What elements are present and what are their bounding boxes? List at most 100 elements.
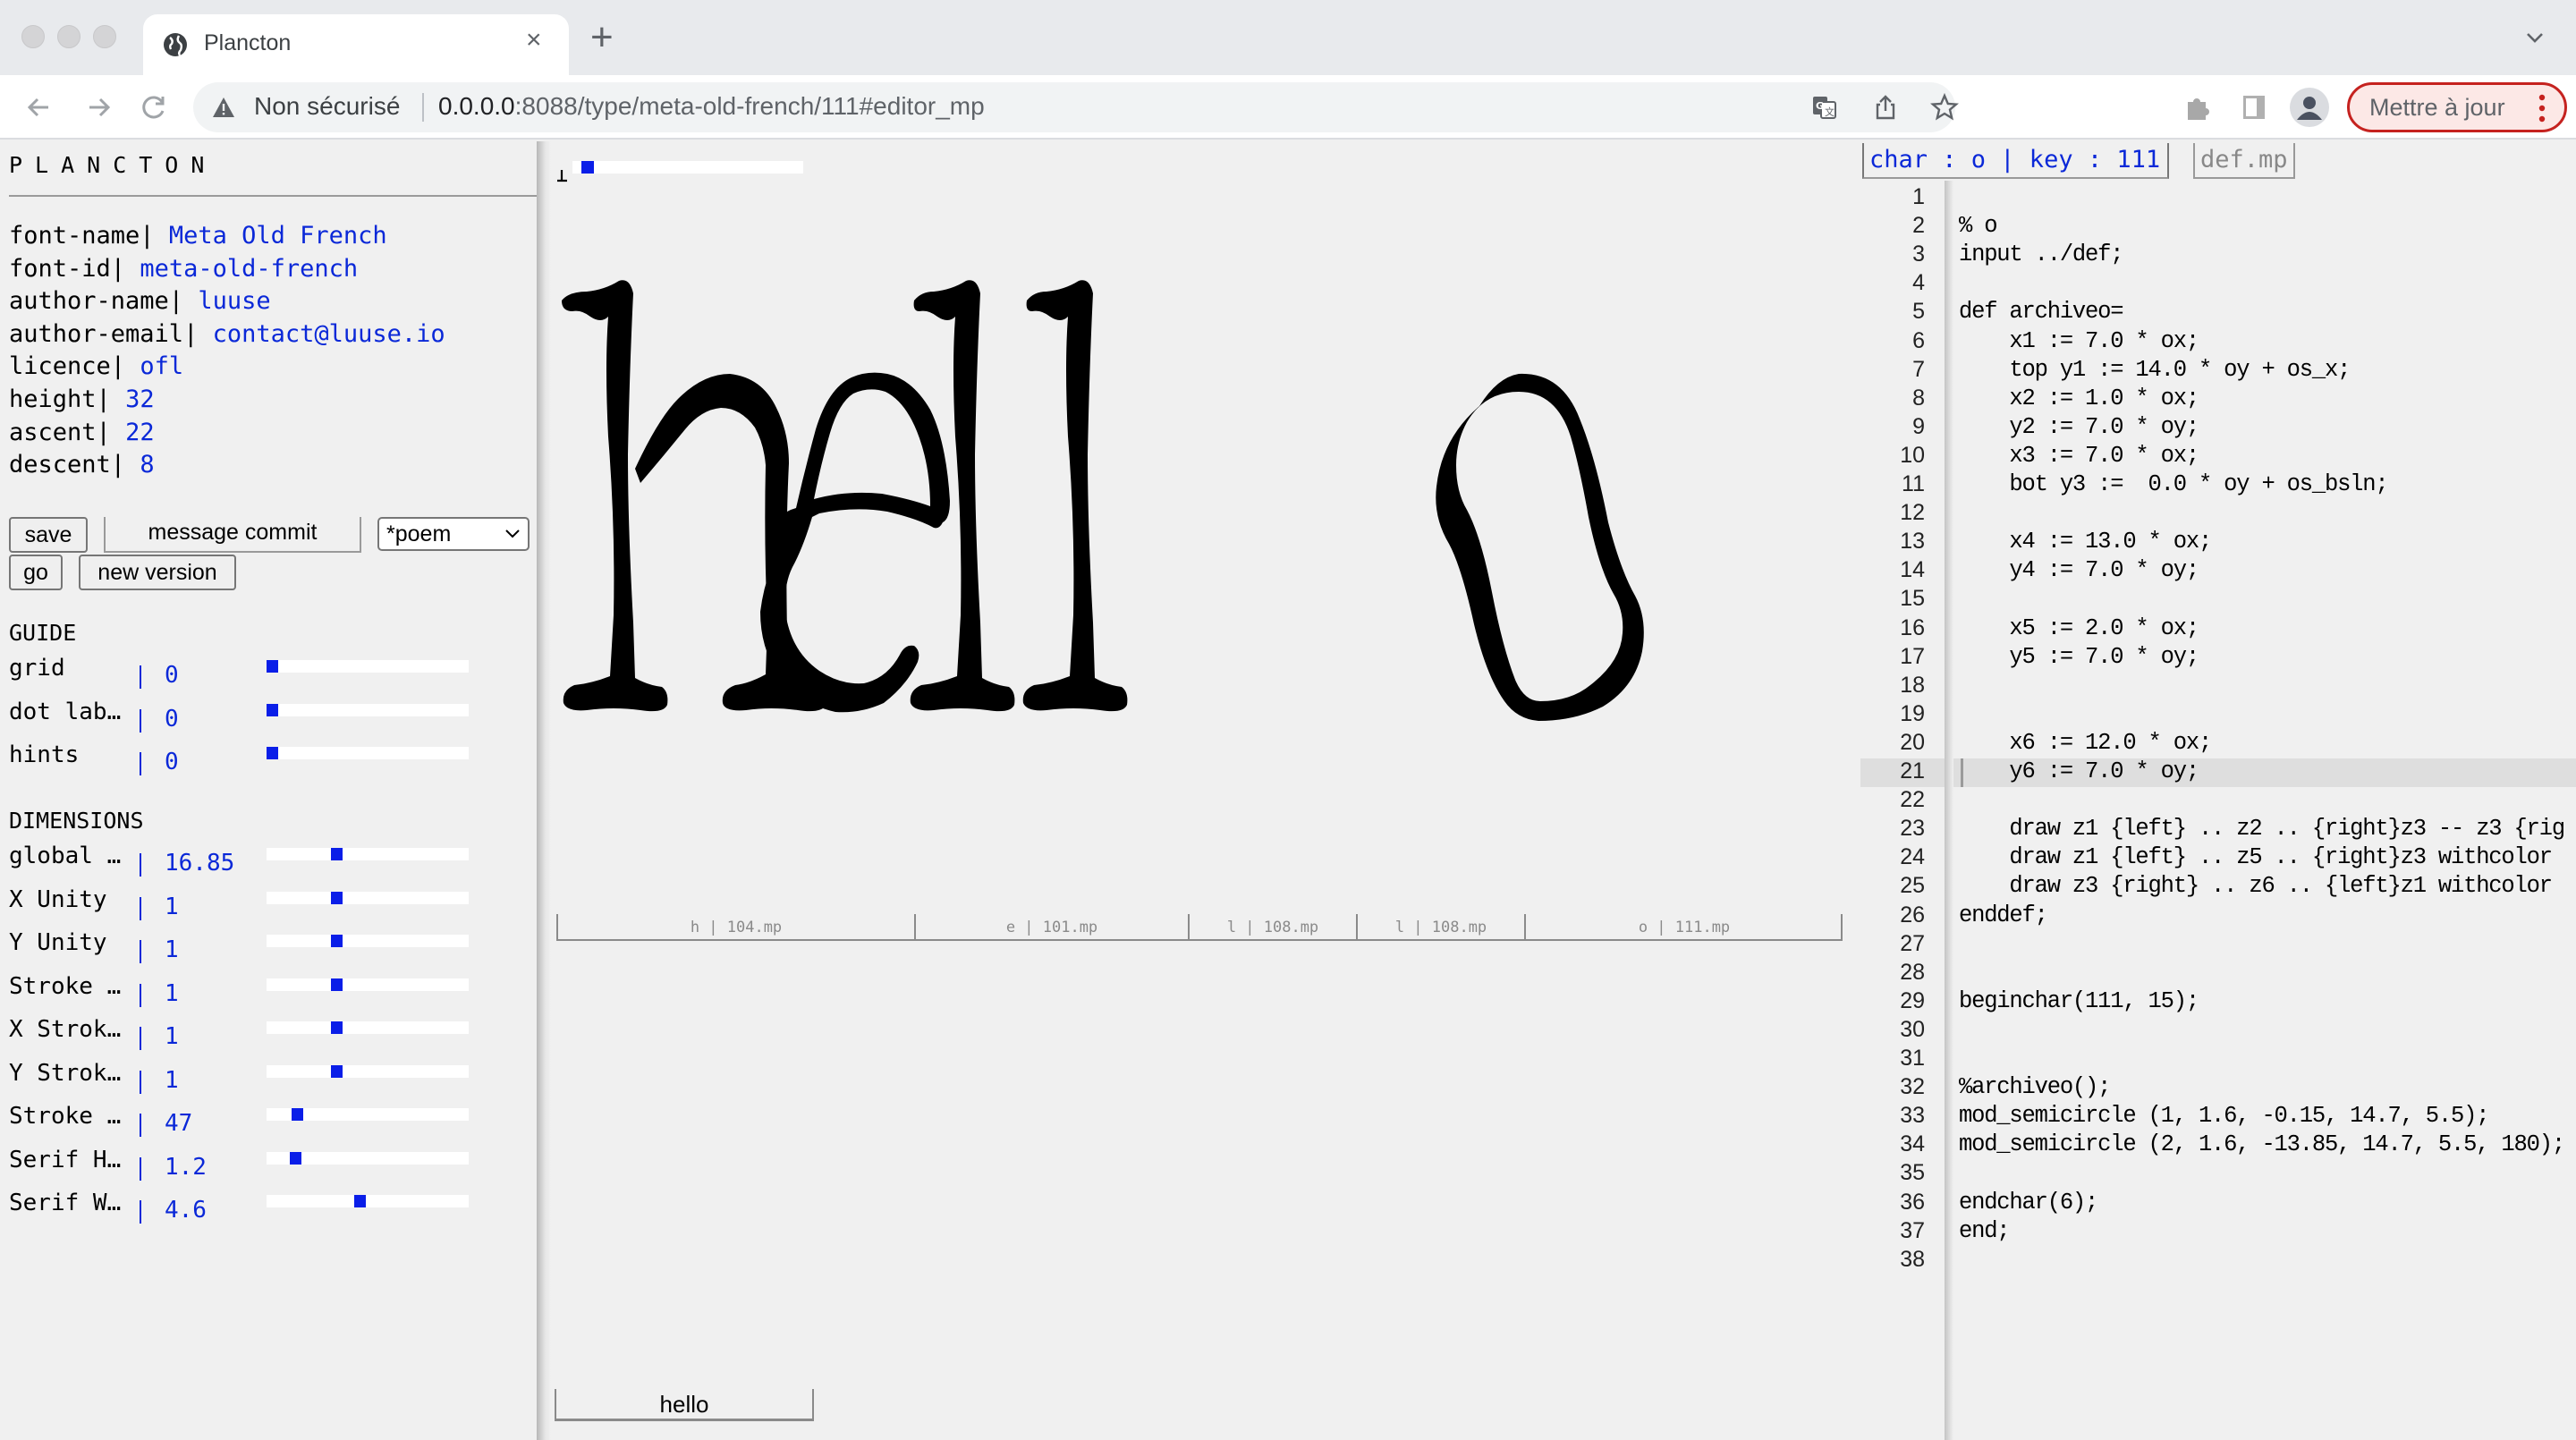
glyph-ruler-segment[interactable]: o | 111.mp: [1524, 914, 1843, 941]
code-line[interactable]: endchar(6);: [1959, 1190, 2098, 1216]
new-tab-button[interactable]: +: [590, 18, 614, 57]
glyph-e[interactable]: [760, 372, 950, 713]
metadata-value[interactable]: 32: [125, 385, 155, 413]
back-arrow-icon[interactable]: [21, 89, 57, 125]
warning-icon[interactable]: [211, 95, 236, 120]
parameter-slider[interactable]: [267, 891, 469, 904]
url-text[interactable]: 0.0.0.0:8088/type/meta-old-french/111#ed…: [438, 92, 985, 121]
forward-arrow-icon[interactable]: [80, 89, 116, 125]
zoom-slider[interactable]: [572, 161, 803, 174]
parameter-slider[interactable]: [267, 1151, 469, 1165]
update-browser-button[interactable]: Mettre à jour: [2347, 82, 2567, 132]
parameter-slider-thumb[interactable]: [353, 1195, 366, 1207]
tab-close-icon[interactable]: ×: [526, 27, 542, 54]
parameter-slider[interactable]: [267, 703, 469, 716]
parameter-slider[interactable]: [267, 848, 469, 860]
metadata-value[interactable]: luuse: [198, 287, 270, 315]
window-close-button[interactable]: [21, 25, 45, 48]
code-line[interactable]: x6 := 12.0 * ox;: [1959, 730, 2212, 756]
tab-search-chevron-icon[interactable]: [2524, 27, 2546, 48]
parameter-slider[interactable]: [267, 660, 469, 673]
browser-tab-plancton[interactable]: Plancton ×: [143, 14, 569, 75]
code-line[interactable]: x4 := 13.0 * ox;: [1959, 529, 2212, 555]
code-line[interactable]: def archiveo=: [1959, 299, 2124, 325]
parameter-slider-thumb[interactable]: [267, 660, 278, 673]
metadata-value[interactable]: ofl: [140, 352, 183, 380]
window-minimize-button[interactable]: [57, 25, 80, 48]
parameter-slider-thumb[interactable]: [331, 1021, 343, 1034]
glyph-ruler-segment[interactable]: l | 108.mp: [1356, 914, 1524, 941]
parameter-slider-thumb[interactable]: [331, 891, 343, 904]
translate-icon[interactable]: G 文: [1810, 93, 1839, 122]
tab-char-o[interactable]: char : o | key : 111: [1862, 143, 2170, 179]
parameter-slider[interactable]: [267, 1021, 469, 1034]
parameter-slider[interactable]: [267, 1108, 469, 1121]
version-select[interactable]: *poem: [377, 517, 530, 551]
bookmark-star-icon[interactable]: [1930, 93, 1959, 122]
commit-message-input[interactable]: message commit: [104, 517, 361, 553]
window-zoom-button[interactable]: [93, 25, 116, 48]
reload-icon[interactable]: [136, 89, 172, 125]
parameter-slider[interactable]: [267, 1195, 469, 1207]
parameter-slider[interactable]: [267, 978, 469, 991]
code-line[interactable]: x3 := 7.0 * ox;: [1959, 443, 2199, 469]
code-line[interactable]: y6 := 7.0 * oy;: [1959, 758, 2199, 784]
glyph-l-2[interactable]: [1022, 280, 1128, 712]
code-line[interactable]: mod_semicircle (2, 1.6, -13.85, 14.7, 5.…: [1959, 1131, 2565, 1157]
glyph-ruler-segment[interactable]: l | 108.mp: [1188, 914, 1356, 941]
code-line[interactable]: bot y3 := 0.0 * oy + os_bsln;: [1959, 471, 2388, 497]
code-line[interactable]: y5 := 7.0 * oy;: [1959, 644, 2199, 670]
parameter-slider-thumb[interactable]: [267, 703, 278, 716]
kebab-menu-icon[interactable]: [2538, 94, 2546, 123]
parameter-slider-thumb[interactable]: [289, 1151, 301, 1165]
parameter-slider[interactable]: [267, 935, 469, 947]
glyph-ruler-segment[interactable]: e | 101.mp: [914, 914, 1188, 941]
side-panel-icon[interactable]: [2238, 91, 2270, 123]
code-line[interactable]: beginchar(111, 15);: [1959, 988, 2199, 1014]
parameter-slider-thumb[interactable]: [331, 935, 343, 947]
preview-text-input[interactable]: hello: [555, 1389, 814, 1421]
glyph-ruler-segment[interactable]: h | 104.mp: [556, 914, 914, 941]
security-status[interactable]: Non sécurisé: [254, 92, 400, 121]
go-button[interactable]: go: [9, 555, 63, 590]
share-icon[interactable]: [1871, 93, 1900, 122]
code-line[interactable]: %archiveo();: [1959, 1074, 2111, 1100]
metadata-value[interactable]: Meta Old French: [169, 222, 387, 250]
parameter-slider-thumb[interactable]: [331, 978, 343, 991]
code-line[interactable]: x1 := 7.0 * ox;: [1959, 328, 2199, 354]
code-line[interactable]: enddef;: [1959, 902, 2048, 928]
tab-def-mp[interactable]: def.mp: [2193, 143, 2295, 179]
code-line[interactable]: draw z1 {left} .. z5 .. {right}z3 withco…: [1959, 844, 2553, 870]
code-line[interactable]: x2 := 1.0 * ox;: [1959, 385, 2199, 411]
code-line[interactable]: input ../def;: [1959, 241, 2124, 267]
parameter-slider-thumb[interactable]: [291, 1108, 303, 1121]
address-bar[interactable]: Non sécurisé 0.0.0.0:8088/type/meta-old-…: [193, 82, 1959, 132]
code-line[interactable]: draw z1 {left} .. z2 .. {right}z3 -- z3 …: [1959, 816, 2565, 842]
code-line[interactable]: draw z3 {right} .. z6 .. {left}z1 withco…: [1959, 873, 2553, 899]
profile-avatar-icon[interactable]: [2290, 88, 2329, 127]
zoom-slider-thumb[interactable]: [580, 161, 594, 174]
code-line[interactable]: y2 := 7.0 * oy;: [1959, 414, 2199, 440]
code-line[interactable]: top y1 := 14.0 * oy + os_x;: [1959, 357, 2351, 383]
code-line[interactable]: y4 := 7.0 * oy;: [1959, 557, 2199, 583]
code-line[interactable]: % o: [1959, 213, 1998, 239]
extensions-puzzle-icon[interactable]: [2182, 91, 2215, 123]
metadata-value[interactable]: meta-old-french: [140, 255, 358, 283]
metadata-value[interactable]: contact@luuse.io: [213, 320, 445, 348]
metadata-value[interactable]: 8: [140, 451, 154, 479]
glyph-o[interactable]: [1436, 373, 1644, 721]
metadata-value[interactable]: 22: [125, 419, 155, 446]
code-line[interactable]: end;: [1959, 1218, 2011, 1244]
code-line[interactable]: mod_semicircle (1, 1.6, -0.15, 14.7, 5.5…: [1959, 1103, 2490, 1129]
parameter-slider-thumb[interactable]: [331, 848, 343, 860]
panel-divider[interactable]: [537, 141, 551, 1440]
save-button[interactable]: save: [9, 517, 88, 553]
parameter-slider[interactable]: [267, 747, 469, 759]
parameter-slider-thumb[interactable]: [331, 1064, 343, 1078]
parameter-slider[interactable]: [267, 1064, 469, 1078]
code-line[interactable]: x5 := 2.0 * ox;: [1959, 615, 2199, 641]
parameter-slider-thumb[interactable]: [267, 747, 278, 759]
new-version-button[interactable]: new version: [79, 555, 236, 590]
code-text-area[interactable]: % o input ../def; def archiveo= x1 := 7.0 …: [1945, 181, 2576, 1440]
glyph-l-1[interactable]: [910, 280, 1015, 712]
